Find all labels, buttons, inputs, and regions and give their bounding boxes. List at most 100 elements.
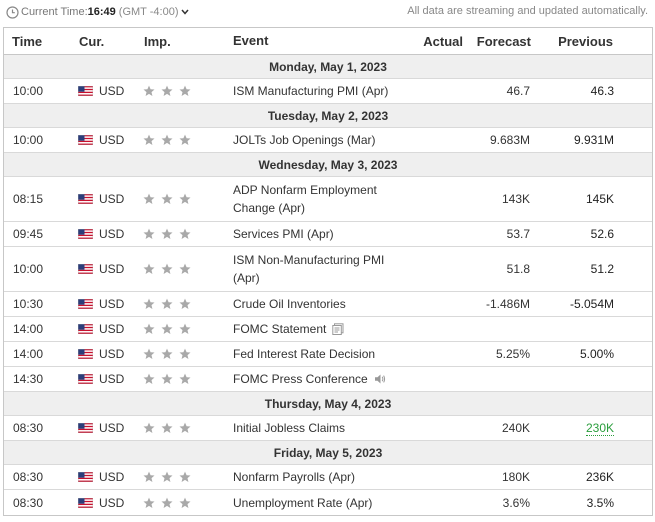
event-name-text[interactable]: Services PMI (Apr) — [233, 225, 334, 243]
table-row[interactable]: 14:00 USD Fed Interest Rate Decision 5.25% 5… — [4, 342, 652, 367]
event-importance — [143, 177, 197, 221]
event-time-text: 10:00 — [13, 262, 44, 276]
header-time: Time — [12, 33, 43, 49]
star-icon — [161, 193, 173, 204]
event-previous-text: 236K — [585, 470, 614, 484]
header-forecast: Forecast — [476, 33, 531, 49]
day-row: Tuesday, May 2, 2023 — [4, 104, 652, 128]
current-time[interactable]: Current Time:16:49 (GMT -4:00) — [21, 6, 190, 18]
currency-code: USD — [99, 322, 125, 336]
event-time: 08:30 — [13, 465, 43, 489]
event-name-text[interactable]: ISM Non-Manufacturing PMI (Apr) — [233, 251, 413, 287]
event-currency: USD — [78, 247, 124, 291]
us-flag-icon — [78, 135, 93, 145]
event-name[interactable]: ISM Non-Manufacturing PMI (Apr) — [233, 247, 413, 291]
event-name[interactable]: JOLTs Job Openings (Mar) — [233, 128, 413, 152]
event-name-text[interactable]: Nonfarm Payrolls (Apr) — [233, 468, 355, 486]
event-name[interactable]: Initial Jobless Claims — [233, 416, 413, 440]
timezone-selector[interactable]: (GMT -4:00) — [119, 6, 179, 18]
star-icon — [179, 422, 191, 433]
event-currency: USD — [78, 490, 124, 515]
event-previous-text: 5.00% — [579, 347, 614, 361]
table-row[interactable]: 08:30 USD Nonfarm Payrolls (Apr) 180K 236K — [4, 465, 652, 490]
event-currency: USD — [78, 367, 124, 391]
event-name[interactable]: Fed Interest Rate Decision — [233, 342, 413, 366]
table-row[interactable]: 10:00 USD JOLTs Job Openings (Mar) 9.683M 9.… — [4, 128, 652, 153]
event-time: 09:45 — [13, 222, 43, 246]
event-previous-text: 52.6 — [590, 227, 614, 241]
star-icon — [179, 228, 191, 239]
star-icon — [143, 263, 155, 274]
us-flag-icon — [78, 497, 93, 508]
star-icon — [179, 497, 191, 508]
event-name[interactable]: Crude Oil Inventories — [233, 292, 413, 316]
event-currency: USD — [78, 177, 124, 221]
event-forecast: 3.6% — [503, 490, 530, 515]
report-icon[interactable] — [332, 323, 344, 335]
event-time: 14:00 — [13, 342, 43, 366]
currency-code: USD — [99, 133, 125, 147]
us-flag-icon — [78, 423, 93, 433]
event-forecast: 143K — [502, 177, 530, 221]
table-row[interactable]: 14:30 USD FOMC Press Conference — [4, 367, 652, 392]
speaker-icon[interactable] — [374, 373, 386, 385]
star-icon — [179, 193, 191, 204]
table-row[interactable]: 08:30 USD Initial Jobless Claims 240K 230K — [4, 416, 652, 441]
table-row[interactable]: 14:00 USD FOMC Statement — [4, 317, 652, 342]
event-forecast: 46.7 — [507, 79, 530, 103]
table-row[interactable]: 10:00 USD ISM Manufacturing PMI (Apr) 46.7 4… — [4, 79, 652, 104]
event-name-text[interactable]: JOLTs Job Openings (Mar) — [233, 131, 376, 149]
event-time-text: 08:30 — [13, 421, 44, 435]
event-time-text: 08:30 — [13, 495, 44, 510]
event-name[interactable]: FOMC Statement — [233, 317, 413, 341]
event-importance — [143, 465, 197, 489]
table-row[interactable]: 08:30 USD Unemployment Rate (Apr) 3.6% 3.5% — [4, 490, 652, 515]
event-name-text[interactable]: Crude Oil Inventories — [233, 295, 346, 313]
event-time: 08:30 — [13, 416, 43, 440]
event-currency: USD — [78, 128, 124, 152]
event-name-text[interactable]: ISM Manufacturing PMI (Apr) — [233, 82, 388, 100]
event-importance — [143, 416, 197, 440]
event-name-text[interactable]: Unemployment Rate (Apr) — [233, 494, 372, 512]
event-forecast-text: 180K — [501, 470, 530, 484]
event-previous-text: 230K — [585, 420, 614, 436]
event-forecast: 180K — [502, 465, 530, 489]
star-icon — [161, 348, 173, 359]
economic-calendar-table: Time Cur. Imp. Event Actual Forecast Pre… — [3, 27, 653, 516]
event-name-text[interactable]: FOMC Statement — [233, 320, 326, 338]
us-flag-icon — [78, 194, 93, 204]
event-importance — [143, 247, 197, 291]
event-name[interactable]: Nonfarm Payrolls (Apr) — [233, 465, 413, 489]
star-icon — [143, 497, 155, 508]
event-previous: 51.2 — [591, 247, 614, 291]
event-name[interactable]: Unemployment Rate (Apr) — [233, 490, 413, 515]
table-row[interactable]: 08:15 USD ADP Nonfarm Employment Change (A… — [4, 177, 652, 222]
event-previous: 230K — [585, 416, 614, 440]
header-previous: Previous — [558, 33, 613, 49]
event-name-text[interactable]: Fed Interest Rate Decision — [233, 345, 375, 363]
table-row[interactable]: 10:30 USD Crude Oil Inventories -1.486M -5.0… — [4, 292, 652, 317]
day-row: Thursday, May 4, 2023 — [4, 392, 652, 416]
star-icon — [143, 193, 155, 204]
event-name[interactable]: ADP Nonfarm Employment Change (Apr) — [233, 177, 413, 221]
top-bar: Current Time:16:49 (GMT -4:00) All data a… — [0, 0, 655, 24]
event-name[interactable]: FOMC Press Conference — [233, 367, 413, 391]
event-currency: USD — [78, 79, 124, 103]
event-name[interactable]: ISM Manufacturing PMI (Apr) — [233, 79, 413, 103]
event-time: 08:30 — [13, 490, 43, 515]
table-row[interactable]: 09:45 USD Services PMI (Apr) 53.7 52.6 — [4, 222, 652, 247]
chevron-down-icon[interactable] — [181, 9, 190, 15]
event-name[interactable]: Services PMI (Apr) — [233, 222, 413, 246]
currency-code: USD — [99, 347, 125, 361]
event-forecast-text: 46.7 — [506, 84, 530, 98]
currency-code: USD — [99, 470, 125, 484]
event-name-text[interactable]: Initial Jobless Claims — [233, 419, 345, 437]
event-forecast: -1.486M — [486, 292, 530, 316]
event-time: 10:00 — [13, 128, 43, 152]
event-currency: USD — [78, 222, 124, 246]
event-currency: USD — [78, 292, 124, 316]
table-row[interactable]: 10:00 USD ISM Non-Manufacturing PMI (Apr) 5… — [4, 247, 652, 292]
event-name-text[interactable]: ADP Nonfarm Employment Change (Apr) — [233, 181, 413, 217]
star-icon — [143, 373, 155, 384]
event-name-text[interactable]: FOMC Press Conference — [233, 370, 368, 388]
